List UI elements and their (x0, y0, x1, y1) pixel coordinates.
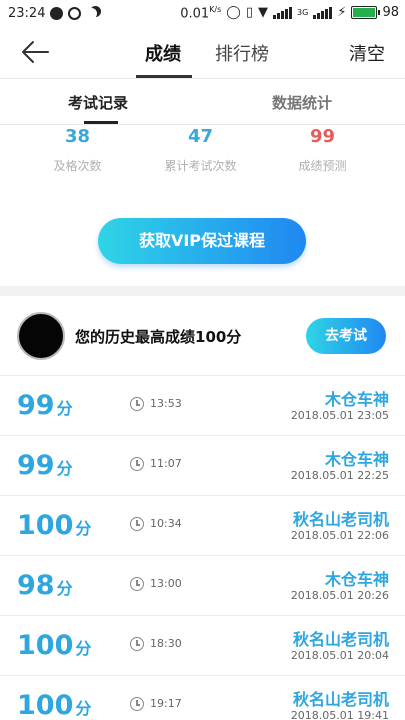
vibrate-icon: ▯ (245, 5, 254, 21)
stat-label: 累计考试次数 (164, 159, 237, 173)
network-speed: 0.01K/s (180, 4, 222, 22)
headset-icon: ◯ (226, 5, 241, 21)
subtab-exam-records[interactable]: 考试记录 (68, 92, 128, 113)
record-nickname: 秋名山老司机 (292, 510, 389, 529)
clock-icon (130, 697, 144, 711)
moon-icon (86, 8, 97, 19)
record-duration: 19:17 (150, 697, 182, 710)
stat-label: 成绩预测 (298, 159, 347, 173)
record-score: 98 分 (17, 570, 73, 601)
charging-icon: ⚡ (337, 5, 347, 21)
clear-button[interactable]: 清空 (349, 40, 385, 66)
record-nickname: 木仓车神 (324, 570, 389, 589)
top-nav: 成绩 排行榜 清空 (0, 26, 405, 78)
table-row[interactable]: 100 分 18:30 秋名山老司机 2018.05.01 20:04 (0, 615, 405, 675)
record-nickname: 木仓车神 (324, 390, 389, 409)
record-score: 100 分 (17, 510, 92, 541)
record-duration: 10:34 (150, 517, 182, 530)
avatar (17, 312, 65, 360)
tab-scores[interactable]: 成绩 (145, 40, 181, 66)
stat-value: 99 (309, 126, 336, 147)
record-date: 2018.05.01 20:04 (290, 649, 389, 662)
record-nickname: 秋名山老司机 (292, 630, 389, 649)
section-gap (0, 286, 405, 296)
wifi-icon: ▼ (258, 5, 269, 21)
table-row[interactable]: 99 分 13:53 木仓车神 2018.05.01 23:05 (0, 375, 405, 435)
record-score: 100 分 (17, 630, 92, 661)
vip-course-button[interactable]: 获取VIP保过课程 (98, 218, 306, 264)
table-row[interactable]: 98 分 13:00 木仓车神 2018.05.01 20:26 (0, 555, 405, 615)
clock-icon (130, 637, 144, 651)
signal-icon-2 (313, 6, 333, 19)
record-duration: 18:30 (150, 637, 182, 650)
record-date: 2018.05.01 23:05 (290, 409, 389, 422)
divider (0, 78, 405, 79)
record-score: 99 分 (17, 450, 73, 481)
record-score: 100 分 (17, 690, 92, 720)
record-score: 99 分 (17, 390, 73, 421)
clock-icon (130, 577, 144, 591)
record-date: 2018.05.01 22:25 (290, 469, 389, 482)
table-row[interactable]: 100 分 10:34 秋名山老司机 2018.05.01 22:06 (0, 495, 405, 555)
sync-icon (68, 6, 82, 20)
back-arrow-icon (22, 41, 49, 63)
network-type: 3G (297, 8, 309, 18)
back-button[interactable] (20, 38, 50, 66)
table-row[interactable]: 100 分 19:17 秋名山老司机 2018.05.01 19:41 (0, 675, 405, 720)
stat-value: 47 (187, 126, 214, 147)
battery-icon (351, 6, 381, 20)
clock-icon (130, 397, 144, 411)
chat-icon (50, 6, 64, 20)
stat-total-exams: 47 累计考试次数 (133, 126, 268, 174)
stat-label: 及格次数 (53, 159, 102, 173)
tab-ranking[interactable]: 排行榜 (215, 40, 269, 66)
divider (0, 124, 405, 125)
clock-icon (130, 457, 144, 471)
record-date: 2018.05.01 22:06 (290, 529, 389, 542)
table-row[interactable]: 99 分 11:07 木仓车神 2018.05.01 22:25 (0, 435, 405, 495)
stat-prediction: 99 成绩预测 (255, 126, 390, 174)
go-exam-button[interactable]: 去考试 (306, 318, 386, 354)
best-score-text: 您的历史最高成绩100分 (75, 328, 242, 346)
record-nickname: 木仓车神 (324, 450, 389, 469)
signal-icon (273, 6, 293, 19)
record-duration: 13:53 (150, 397, 182, 410)
record-date: 2018.05.01 19:41 (290, 709, 389, 720)
record-nickname: 秋名山老司机 (292, 690, 389, 709)
subtab-data-stats[interactable]: 数据统计 (272, 92, 332, 113)
record-duration: 11:07 (150, 457, 182, 470)
clock-icon (130, 517, 144, 531)
status-time: 23:24 (8, 5, 46, 21)
battery-level: 98 (382, 5, 399, 21)
record-duration: 13:00 (150, 577, 182, 590)
stat-pass-count: 38 及格次数 (10, 126, 145, 174)
record-date: 2018.05.01 20:26 (290, 589, 389, 602)
status-bar: 23:24 0.01K/s ◯ ▯ ▼ 3G ⚡ 98 (0, 0, 405, 26)
stat-value: 38 (64, 126, 91, 147)
